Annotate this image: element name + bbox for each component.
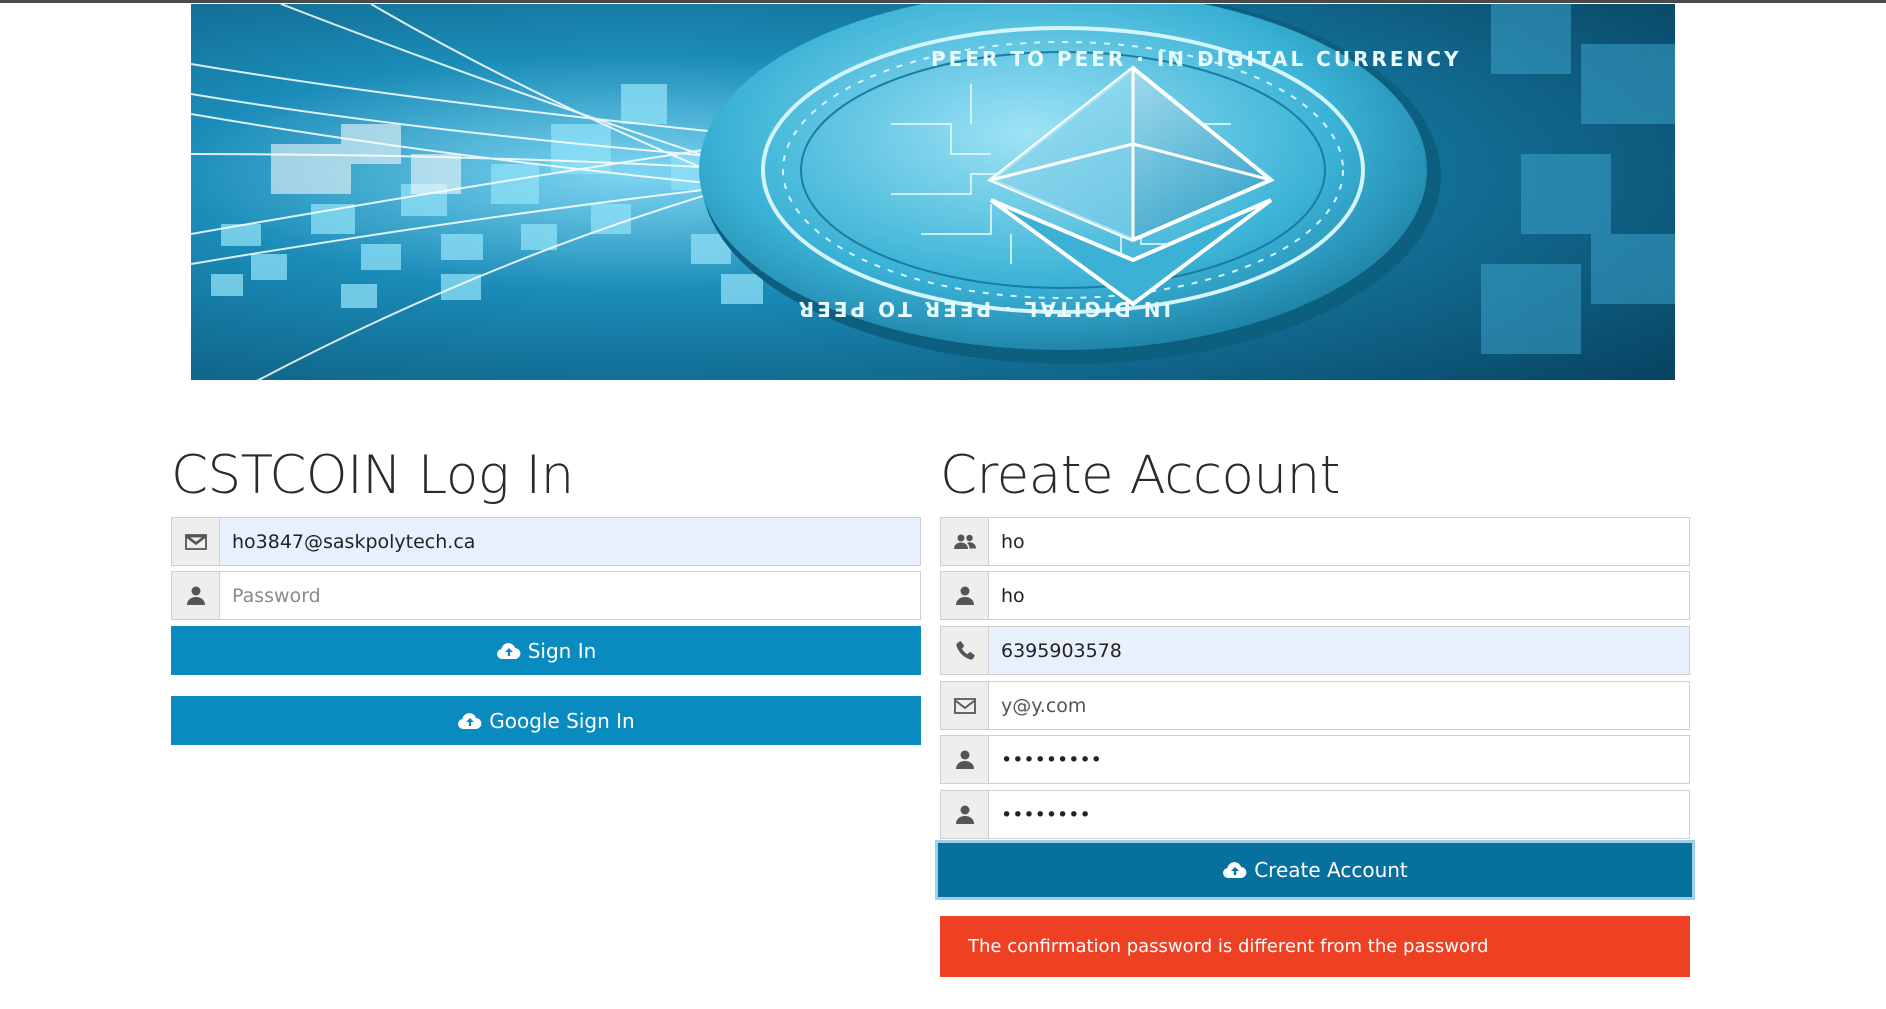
register-email-field	[940, 681, 1690, 730]
google-sign-in-button[interactable]: Google Sign In	[171, 696, 921, 745]
sign-in-label: Sign In	[527, 638, 597, 663]
envelope-icon	[172, 518, 220, 565]
cloud-upload-icon	[496, 642, 521, 659]
phone-field	[940, 626, 1690, 675]
login-title: CSTCOIN Log In	[171, 445, 574, 506]
error-alert: The confirmation password is different f…	[940, 916, 1690, 977]
cloud-upload-icon	[1223, 862, 1247, 878]
first-name-input[interactable]	[989, 518, 1689, 565]
register-email-input[interactable]	[989, 682, 1689, 729]
user-icon	[941, 791, 989, 838]
last-name-field	[940, 571, 1690, 620]
phone-icon	[941, 627, 989, 674]
svg-text:IN DIGITAL · PEER TO PEER: IN DIGITAL · PEER TO PEER	[796, 297, 1171, 321]
user-icon	[941, 572, 989, 619]
create-account-button[interactable]: Create Account	[938, 843, 1692, 897]
login-email-field	[171, 517, 921, 566]
phone-input[interactable]	[989, 627, 1689, 674]
create-account-label: Create Account	[1254, 858, 1408, 882]
login-email-input[interactable]	[220, 518, 920, 565]
first-name-field	[940, 517, 1690, 566]
svg-text:PEER TO PEER · IN DIGITAL CURR: PEER TO PEER · IN DIGITAL CURRENCY	[931, 47, 1461, 71]
confirm-password-input[interactable]	[989, 791, 1689, 838]
google-sign-in-label: Google Sign In	[489, 708, 635, 733]
last-name-input[interactable]	[989, 572, 1689, 619]
user-icon	[941, 736, 989, 783]
envelope-icon	[941, 682, 989, 729]
register-password-field	[940, 735, 1690, 784]
user-icon	[172, 572, 220, 619]
top-edge-bar	[0, 0, 1886, 3]
login-password-field	[171, 571, 921, 620]
register-password-input[interactable]	[989, 736, 1689, 783]
cloud-upload-icon	[458, 712, 482, 729]
sign-in-button[interactable]: Sign In	[171, 626, 921, 675]
create-account-title: Create Account	[940, 445, 1340, 506]
error-message: The confirmation password is different f…	[968, 936, 1489, 957]
users-icon	[941, 518, 989, 565]
confirm-password-field	[940, 790, 1690, 839]
banner-image: PEER TO PEER · IN DIGITAL CURRENCY IN DI…	[191, 4, 1675, 380]
login-password-input[interactable]	[220, 572, 920, 619]
